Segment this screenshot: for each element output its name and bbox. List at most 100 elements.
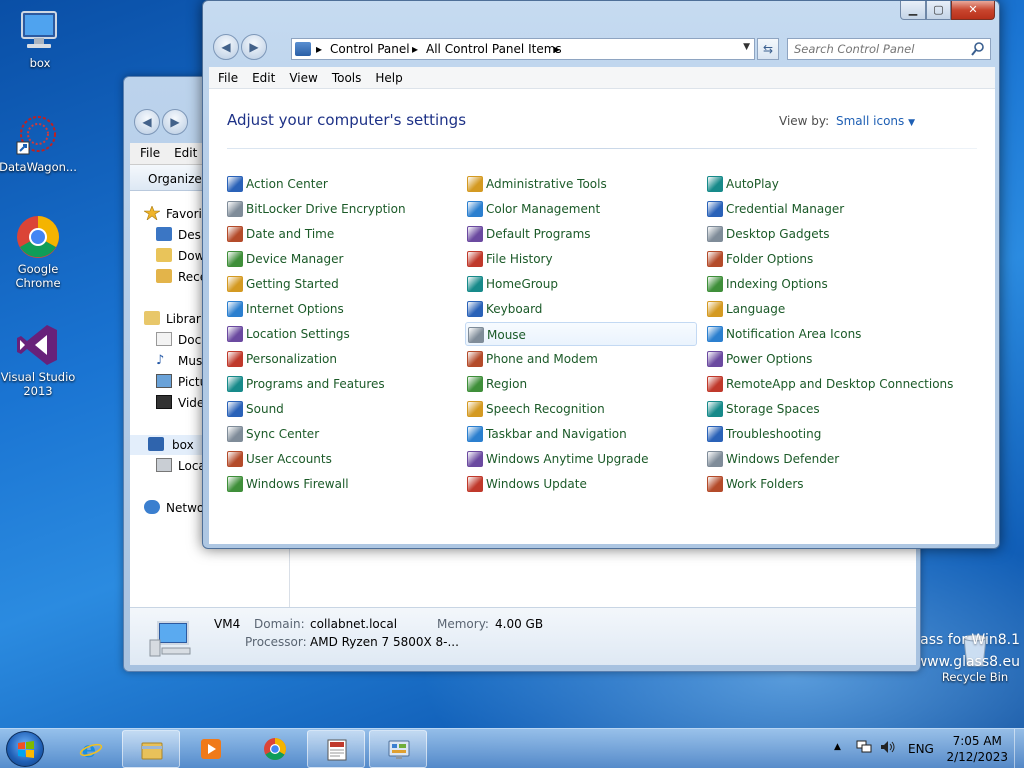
address-bar[interactable]: ▸ Control Panel ▸ All Control Panel Item… xyxy=(291,38,755,60)
desktop-icon-chrome[interactable]: Google Chrome xyxy=(0,214,78,290)
cp-item-folder-options[interactable]: Folder Options xyxy=(705,247,937,271)
menu-edit[interactable]: Edit xyxy=(243,67,280,85)
taskbar-ie[interactable]: e xyxy=(62,730,120,768)
refresh-button[interactable]: ⇆ xyxy=(757,38,779,60)
menu-tools[interactable]: Tools xyxy=(323,67,367,85)
cp-item-label: AutoPlay xyxy=(726,177,779,191)
menu-edit[interactable]: Edit xyxy=(164,143,201,160)
cp-item-language[interactable]: Language xyxy=(705,297,937,321)
taskbar-control-panel[interactable] xyxy=(369,730,427,768)
cp-item-phone-and-modem[interactable]: Phone and Modem xyxy=(465,347,697,371)
search-input[interactable] xyxy=(788,39,968,59)
taskbar-chrome[interactable] xyxy=(246,730,304,768)
cp-item-storage-spaces[interactable]: Storage Spaces xyxy=(705,397,937,421)
cp-item-credential-manager[interactable]: Credential Manager xyxy=(705,197,937,221)
forward-button[interactable]: ▶ xyxy=(162,109,188,135)
cp-item-administrative-tools[interactable]: Administrative Tools xyxy=(465,172,697,196)
file-history-icon xyxy=(467,251,483,267)
cp-item-label: Personalization xyxy=(246,352,337,366)
cp-item-remoteapp-and-desktop-connections[interactable]: RemoteApp and Desktop Connections xyxy=(705,372,953,396)
cp-item-label: Phone and Modem xyxy=(486,352,598,366)
cp-item-homegroup[interactable]: HomeGroup xyxy=(465,272,697,296)
chevron-down-icon: ▼ xyxy=(908,118,916,128)
minimize-button[interactable]: ▁ xyxy=(900,1,926,20)
cp-item-keyboard[interactable]: Keyboard xyxy=(465,297,697,321)
cp-item-action-center[interactable]: Action Center xyxy=(225,172,457,196)
cp-item-location-settings[interactable]: Location Settings xyxy=(225,322,457,346)
cp-item-user-accounts[interactable]: User Accounts xyxy=(225,447,457,471)
view-by-dropdown[interactable]: Small icons ▼ xyxy=(836,114,915,128)
cp-item-color-management[interactable]: Color Management xyxy=(465,197,697,221)
cp-item-windows-defender[interactable]: Windows Defender xyxy=(705,447,937,471)
menu-file[interactable]: File xyxy=(209,67,243,85)
back-button[interactable]: ◀ xyxy=(134,109,160,135)
cp-item-troubleshooting[interactable]: Troubleshooting xyxy=(705,422,937,446)
breadcrumb-control-panel[interactable]: Control Panel xyxy=(330,42,410,56)
desktop-icon-label: box xyxy=(29,56,51,70)
cp-item-desktop-gadgets[interactable]: Desktop Gadgets xyxy=(705,222,937,246)
control-panel-window[interactable]: ▁ ▢ ✕ ◀ ▶ ▸ Control Panel ▸ All Control Pan… xyxy=(202,0,1000,549)
show-desktop-button[interactable] xyxy=(1014,729,1024,768)
cp-item-sync-center[interactable]: Sync Center xyxy=(225,422,457,446)
taskbar-media-player[interactable] xyxy=(182,730,240,768)
cp-item-windows-firewall[interactable]: Windows Firewall xyxy=(225,472,457,496)
network-tray-icon[interactable] xyxy=(856,740,872,754)
maximize-button[interactable]: ▢ xyxy=(926,1,951,20)
cp-item-mouse[interactable]: Mouse xyxy=(465,322,697,346)
cp-item-internet-options[interactable]: Internet Options xyxy=(225,297,457,321)
breadcrumb-all-items[interactable]: All Control Panel Items xyxy=(426,42,562,56)
cp-item-sound[interactable]: Sound xyxy=(225,397,457,421)
control-panel-icon xyxy=(387,738,411,762)
cp-item-taskbar-and-navigation[interactable]: Taskbar and Navigation xyxy=(465,422,697,446)
default-programs-icon xyxy=(467,226,483,242)
cp-item-file-history[interactable]: File History xyxy=(465,247,697,271)
menu-file[interactable]: File xyxy=(130,143,164,160)
cp-item-device-manager[interactable]: Device Manager xyxy=(225,247,457,271)
cp-item-notification-area-icons[interactable]: Notification Area Icons xyxy=(705,322,937,346)
cp-item-indexing-options[interactable]: Indexing Options xyxy=(705,272,937,296)
videos-icon xyxy=(156,395,172,409)
forward-button[interactable]: ▶ xyxy=(241,34,267,60)
taskbar-document[interactable] xyxy=(307,730,365,768)
cp-item-speech-recognition[interactable]: Speech Recognition xyxy=(465,397,697,421)
cp-item-region[interactable]: Region xyxy=(465,372,697,396)
show-hidden-icons-icon[interactable]: ▲ xyxy=(834,742,841,752)
taskbar-explorer[interactable] xyxy=(122,730,180,768)
sound-icon xyxy=(227,401,243,417)
start-button[interactable] xyxy=(6,731,44,767)
cp-item-date-and-time[interactable]: Date and Time xyxy=(225,222,457,246)
cp-item-windows-update[interactable]: Windows Update xyxy=(465,472,697,496)
desktop-icon-visual-studio[interactable]: Visual Studio 2013 xyxy=(0,322,78,398)
windows-update-icon xyxy=(467,476,483,492)
chrome-icon xyxy=(263,737,287,761)
back-button[interactable]: ◀ xyxy=(213,34,239,60)
cp-item-programs-and-features[interactable]: Programs and Features xyxy=(225,372,457,396)
menu-help[interactable]: Help xyxy=(366,67,407,85)
sync-center-icon xyxy=(227,426,243,442)
cp-item-bitlocker-drive-encryption[interactable]: BitLocker Drive Encryption xyxy=(225,197,457,221)
cp-item-autoplay[interactable]: AutoPlay xyxy=(705,172,937,196)
cp-item-personalization[interactable]: Personalization xyxy=(225,347,457,371)
document-app-icon xyxy=(325,738,349,762)
language-indicator[interactable]: ENG xyxy=(908,742,934,756)
chevron-down-icon[interactable]: ▼ xyxy=(743,42,750,52)
autoplay-icon xyxy=(707,176,723,192)
cp-item-default-programs[interactable]: Default Programs xyxy=(465,222,697,246)
cp-item-label: Default Programs xyxy=(486,227,591,241)
cp-item-getting-started[interactable]: Getting Started xyxy=(225,272,457,296)
organize-button[interactable]: Organize xyxy=(130,165,202,186)
close-button[interactable]: ✕ xyxy=(951,1,995,20)
menu-view[interactable]: View xyxy=(280,67,322,85)
clock[interactable]: 7:05 AM 2/12/2023 xyxy=(946,733,1008,765)
desktop-icon-box[interactable]: box xyxy=(0,8,80,70)
search-box[interactable] xyxy=(787,38,991,60)
cp-item-work-folders[interactable]: Work Folders xyxy=(705,472,937,496)
cp-item-label: User Accounts xyxy=(246,452,332,466)
cp-item-label: File History xyxy=(486,252,553,266)
desktop-icon-datawagon[interactable]: DataWagon... xyxy=(0,112,78,174)
cp-item-power-options[interactable]: Power Options xyxy=(705,347,937,371)
cp-item-windows-anytime-upgrade[interactable]: Windows Anytime Upgrade xyxy=(465,447,697,471)
cp-item-label: Troubleshooting xyxy=(726,427,822,441)
search-icon[interactable] xyxy=(970,41,986,57)
volume-icon[interactable] xyxy=(880,740,896,754)
